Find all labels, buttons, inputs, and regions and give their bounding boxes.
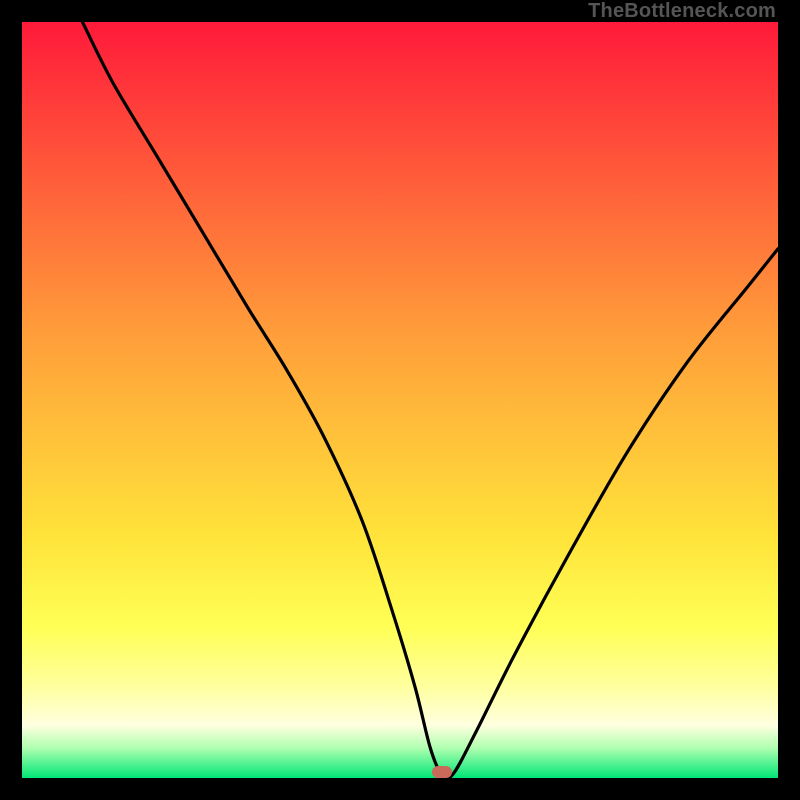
curve-svg: [22, 22, 778, 778]
bottleneck-curve: [82, 22, 778, 778]
plot-area: [22, 22, 778, 778]
optimum-marker: [432, 766, 452, 778]
chart-frame: TheBottleneck.com: [0, 0, 800, 800]
watermark-text: TheBottleneck.com: [588, 0, 776, 23]
